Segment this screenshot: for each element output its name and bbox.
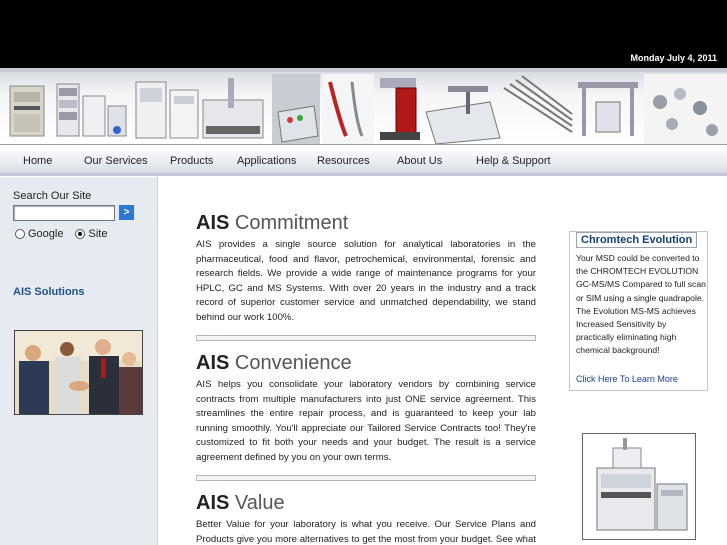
convenience-text: AIS helps you consolidate your laborator… xyxy=(196,379,536,463)
brand-text: AIS xyxy=(196,212,230,234)
commitment-heading: AIS Commitment xyxy=(196,211,536,235)
autosampler-tower-icon xyxy=(202,78,264,139)
left-sidebar: Search Our Site > Google Site AIS Soluti… xyxy=(0,177,158,545)
nav-about-us[interactable]: About Us xyxy=(397,155,442,167)
instrument-banner xyxy=(0,68,727,145)
sample-tray-icon xyxy=(272,74,320,144)
promo-text: Your MSD could be converted to the CHROM… xyxy=(576,253,706,356)
chromtech-promo-box: Chromtech Evolution Your MSD could be co… xyxy=(569,231,708,391)
nav-applications[interactable]: Applications xyxy=(237,155,296,167)
search-button[interactable]: > xyxy=(119,205,134,220)
fittings-icon xyxy=(644,74,727,144)
injector-icon xyxy=(322,74,374,144)
nav-help-support[interactable]: Help & Support xyxy=(476,155,551,167)
nav-home[interactable]: Home xyxy=(23,155,52,167)
brand-text: AIS xyxy=(196,492,230,514)
brand-text: AIS xyxy=(196,352,230,374)
radio-site-label: Site xyxy=(88,228,108,240)
radio-google[interactable] xyxy=(15,229,25,239)
search-scope: Google Site xyxy=(15,228,107,240)
value-title: Value xyxy=(234,492,285,514)
main-content: AIS Commitment AIS provides a single sou… xyxy=(196,211,536,545)
top-bar: Monday July 4, 2011 xyxy=(0,0,727,68)
section-divider xyxy=(196,475,536,481)
search-input[interactable] xyxy=(13,205,115,221)
gc-ms-graphic xyxy=(583,434,695,539)
instrument-autosampler-icon xyxy=(9,85,45,137)
instrument-banner-graphic xyxy=(9,74,727,144)
radio-google-label: Google xyxy=(28,228,64,240)
gc-instrument-icon xyxy=(135,81,199,139)
gc-ms-instrument-photo xyxy=(582,433,696,540)
promo-title: Chromtech Evolution xyxy=(576,232,698,248)
convenience-title: Convenience xyxy=(234,352,352,374)
convenience-heading: AIS Convenience xyxy=(196,351,536,375)
commitment-text: AIS provides a single source solution fo… xyxy=(196,239,536,323)
arrow-right-icon: > xyxy=(123,207,130,218)
syringe-icons xyxy=(503,75,573,133)
autosampler-frame-icon xyxy=(578,82,638,136)
liquid-handler-icon xyxy=(425,86,501,144)
hplc-stack-icon xyxy=(56,83,127,137)
main-nav: Home Our Services Products Applications … xyxy=(0,146,727,176)
commitment-title: Commitment xyxy=(234,212,349,234)
value-text: Better Value for your laboratory is what… xyxy=(196,519,536,545)
business-team-photo xyxy=(14,330,143,415)
section-divider xyxy=(196,335,536,341)
radio-site[interactable] xyxy=(75,229,86,239)
ais-solutions-heading[interactable]: AIS Solutions xyxy=(13,286,85,298)
nav-resources[interactable]: Resources xyxy=(317,155,370,167)
robot-arm-icon xyxy=(380,78,420,140)
learn-more-link[interactable]: Click Here To Learn More xyxy=(576,374,678,384)
header-date: Monday July 4, 2011 xyxy=(630,53,717,63)
search-label: Search Our Site xyxy=(13,190,92,202)
value-heading: AIS Value xyxy=(196,491,536,515)
nav-our-services[interactable]: Our Services xyxy=(84,155,148,167)
team-photo-graphic xyxy=(15,331,142,414)
nav-products[interactable]: Products xyxy=(170,155,213,167)
